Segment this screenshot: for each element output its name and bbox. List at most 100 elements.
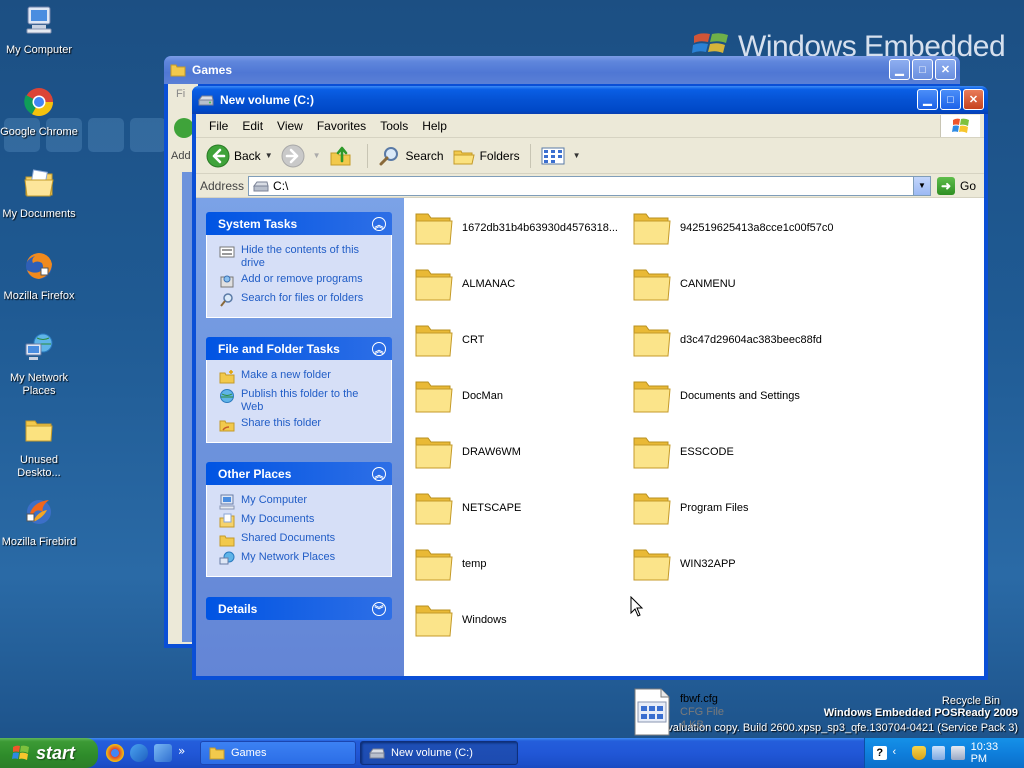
close-button[interactable]: ✕ [935, 59, 956, 80]
menu-help[interactable]: Help [415, 119, 454, 133]
my-documents-icon [24, 169, 54, 197]
chrome-icon [24, 88, 53, 116]
folder-item[interactable]: 942519625413a8cce1c00f57c0 [632, 204, 842, 252]
hide-drive-contents-link[interactable]: Hide the contents of this drive [219, 244, 383, 270]
folder-item[interactable]: temp [414, 540, 624, 588]
desktop-icon-my-network-places[interactable]: My Network Places [0, 332, 78, 398]
folder-item[interactable]: ALMANAC [414, 260, 624, 308]
desktop-icon-my-computer[interactable]: My Computer [0, 4, 78, 57]
address-dropdown-icon[interactable]: ▼ [912, 176, 930, 195]
other-places-header[interactable]: Other Places ︽ [206, 462, 392, 485]
chrome-icon[interactable] [106, 744, 124, 762]
menu-view[interactable]: View [270, 119, 310, 133]
back-label: Back [234, 148, 261, 163]
folder-item[interactable]: ESSCODE [632, 428, 842, 476]
security-shield-icon[interactable] [912, 746, 926, 760]
menu-edit[interactable]: Edit [235, 119, 270, 133]
start-button[interactable]: start [0, 738, 98, 768]
minimize-button[interactable]: ▁ [917, 89, 938, 110]
file-folder-tasks-header[interactable]: File and Folder Tasks ︽ [206, 337, 392, 360]
minimize-button[interactable]: ▁ [889, 59, 910, 80]
taskbar-button-new-volume[interactable]: New volume (C:) [360, 741, 518, 765]
other-places-my-computer-link[interactable]: My Computer [219, 494, 383, 510]
publish-folder-web-link[interactable]: Publish this folder to the Web [219, 388, 383, 414]
back-arrow-icon [174, 118, 194, 138]
desktop-icon-my-documents[interactable]: My Documents [0, 168, 78, 221]
go-button[interactable]: ➜ Go [935, 176, 984, 195]
address-input[interactable]: C:\ ▼ [248, 175, 931, 196]
search-label: Search [405, 148, 444, 163]
desktop-icon-label: Mozilla Firefox [3, 290, 75, 302]
folders-button[interactable]: Folders [448, 141, 524, 171]
show-desktop-icon[interactable] [154, 744, 172, 762]
search-files-link[interactable]: Search for files or folders [219, 292, 383, 308]
safely-remove-hardware-icon[interactable] [951, 746, 965, 760]
firebird-icon [26, 500, 51, 524]
menu-tools[interactable]: Tools [373, 119, 415, 133]
folder-item[interactable]: Program Files [632, 484, 842, 532]
collapse-icon[interactable]: ︽ [372, 342, 386, 356]
other-places-my-documents-link[interactable]: My Documents [219, 513, 383, 529]
chevron-down-icon[interactable]: ▼ [265, 151, 273, 160]
other-places-network-places-link[interactable]: My Network Places [219, 551, 383, 567]
search-button[interactable]: Search [374, 141, 448, 171]
folder-item[interactable]: Documents and Settings [632, 372, 842, 420]
desktop-icon-google-chrome[interactable]: Google Chrome [0, 86, 78, 139]
add-remove-programs-link[interactable]: Add or remove programs [219, 273, 383, 289]
explorer-window[interactable]: New volume (C:) ▁ □ ✕ File Edit View Fav… [192, 86, 988, 736]
other-places-shared-documents-link[interactable]: Shared Documents [219, 532, 383, 548]
maximize-button[interactable]: □ [940, 89, 961, 110]
explorer-titlebar[interactable]: New volume (C:) ▁ □ ✕ [192, 86, 988, 114]
folder-item[interactable]: DocMan [414, 372, 624, 420]
folder-item[interactable]: CANMENU [632, 260, 842, 308]
collapse-icon[interactable]: ︽ [372, 467, 386, 481]
recycle-bin-label[interactable]: Recycle Bin [942, 695, 1000, 707]
folder-item[interactable]: Windows [414, 596, 624, 644]
details-panel: Details ︾ [206, 597, 392, 620]
maximize-button[interactable]: □ [912, 59, 933, 80]
toolbar-separator [529, 143, 531, 168]
taskbar: start » Games New volume (C:) ? ‹ 10:33 … [0, 738, 1024, 768]
desktop-icon-unused-desktop[interactable]: Unused Deskto... [0, 414, 78, 480]
menu-bar: File Edit View Favorites Tools Help [196, 114, 984, 138]
folder-item[interactable]: 1672db31b4b63930d4576318... [414, 204, 624, 252]
desktop-icon-mozilla-firefox[interactable]: Mozilla Firefox [0, 250, 78, 303]
tray-expand-icon[interactable]: ‹ [893, 746, 907, 760]
folder-item[interactable]: WIN32APP [632, 540, 842, 588]
new-folder-icon [219, 370, 235, 384]
collapse-icon[interactable]: ︽ [372, 217, 386, 231]
folder-icon [415, 269, 453, 301]
network-icon[interactable] [931, 746, 946, 760]
folder-item[interactable]: d3c47d29604ac383beec88fd [632, 316, 842, 364]
forward-button[interactable]: ▼ [277, 141, 325, 171]
folder-name: 942519625413a8cce1c00f57c0 [680, 222, 834, 234]
folder-icon [415, 437, 453, 469]
close-button[interactable]: ✕ [963, 89, 984, 110]
make-new-folder-link[interactable]: Make a new folder [219, 369, 383, 385]
file-item[interactable]: fbwf.cfg CFG File 4 KB [632, 684, 842, 740]
menu-favorites[interactable]: Favorites [310, 119, 373, 133]
folder-item[interactable]: DRAW6WM [414, 428, 624, 476]
system-tasks-header[interactable]: System Tasks ︽ [206, 212, 392, 235]
desktop-icon-mozilla-firebird[interactable]: Mozilla Firebird [0, 496, 78, 549]
help-icon[interactable]: ? [873, 746, 887, 760]
taskbar-button-games[interactable]: Games [200, 741, 356, 765]
chevron-down-icon[interactable]: ▼ [573, 151, 581, 160]
details-header[interactable]: Details ︾ [206, 597, 392, 620]
up-folder-button[interactable] [325, 141, 361, 171]
internet-explorer-icon[interactable] [130, 744, 148, 762]
games-titlebar[interactable]: Games ▁ □ ✕ [164, 56, 960, 84]
folder-icon [415, 381, 453, 413]
share-folder-link[interactable]: Share this folder [219, 417, 383, 433]
folder-icon [415, 325, 453, 357]
expand-icon[interactable]: ︾ [372, 602, 386, 616]
menu-file[interactable]: File [202, 119, 235, 133]
back-button[interactable]: Back ▼ [202, 141, 277, 171]
folder-item[interactable]: CRT [414, 316, 624, 364]
windows-logo-icon [940, 115, 980, 137]
folder-item[interactable]: NETSCAPE [414, 484, 624, 532]
file-size: 4 KB [680, 718, 704, 731]
views-button[interactable]: ▼ [537, 141, 585, 171]
quick-launch-overflow-icon[interactable]: » [178, 744, 188, 762]
chevron-down-icon[interactable]: ▼ [313, 151, 321, 160]
